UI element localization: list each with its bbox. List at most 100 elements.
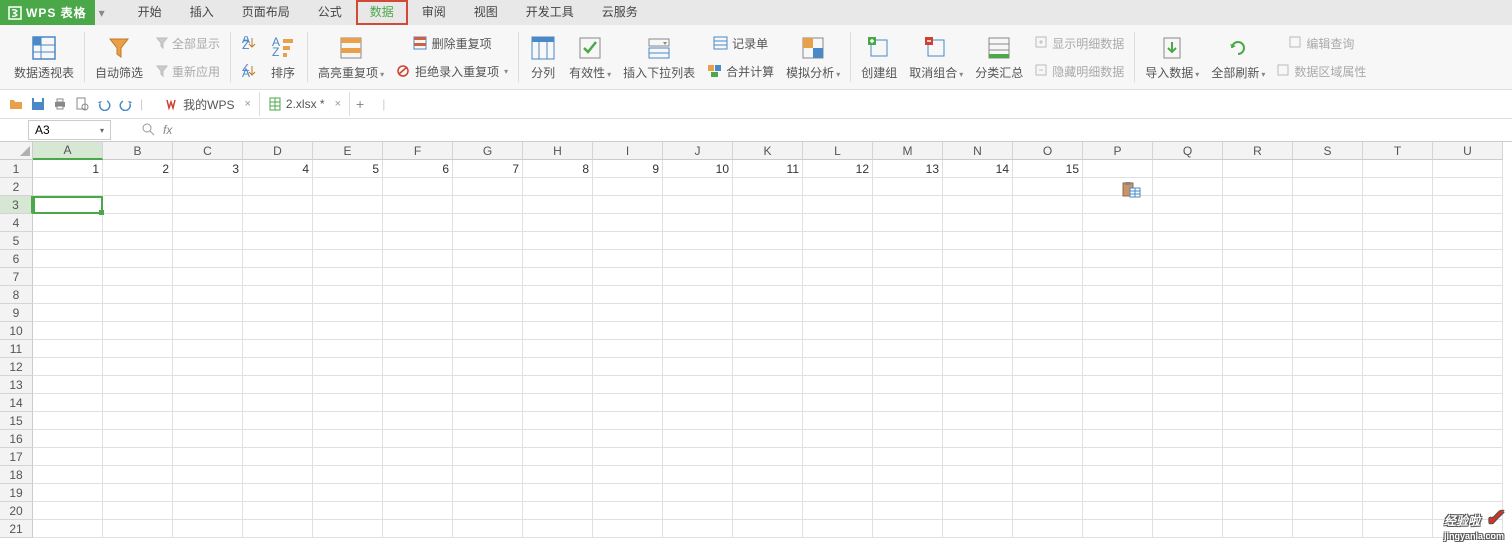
cell[interactable] — [313, 250, 383, 268]
cell[interactable] — [1083, 178, 1153, 196]
cell[interactable] — [1363, 358, 1433, 376]
subtotal-button[interactable]: 分类汇总 — [969, 27, 1029, 87]
cell[interactable] — [103, 394, 173, 412]
cell[interactable] — [663, 268, 733, 286]
cell[interactable] — [943, 412, 1013, 430]
cell[interactable] — [173, 286, 243, 304]
cell[interactable] — [873, 322, 943, 340]
reject-dup-button[interactable]: 拒绝录入重复项▾ — [396, 57, 508, 85]
row-header[interactable]: 9 — [0, 304, 33, 322]
cell[interactable] — [943, 178, 1013, 196]
cell[interactable] — [103, 520, 173, 538]
cell[interactable] — [33, 196, 103, 214]
cell[interactable] — [1153, 484, 1223, 502]
cell[interactable] — [803, 466, 873, 484]
cell[interactable] — [1223, 376, 1293, 394]
col-header[interactable]: H — [523, 142, 593, 160]
row-header[interactable]: 11 — [0, 340, 33, 358]
highlight-dup-button[interactable]: 高亮重复项▾ — [312, 27, 390, 87]
cell[interactable] — [313, 214, 383, 232]
cell[interactable] — [173, 394, 243, 412]
cell[interactable] — [1083, 196, 1153, 214]
cell[interactable] — [1153, 430, 1223, 448]
cell[interactable] — [733, 448, 803, 466]
cell[interactable] — [1083, 286, 1153, 304]
undo-icon[interactable] — [96, 96, 112, 112]
cell[interactable] — [593, 304, 663, 322]
form-button[interactable]: 记录单 — [713, 29, 768, 57]
validity-button[interactable]: 有效性▾ — [563, 27, 617, 87]
row-header[interactable]: 12 — [0, 358, 33, 376]
cell[interactable] — [943, 430, 1013, 448]
cell[interactable] — [1223, 340, 1293, 358]
cell[interactable] — [1363, 412, 1433, 430]
col-header[interactable]: U — [1433, 142, 1503, 160]
cell[interactable] — [453, 358, 523, 376]
search-icon[interactable] — [141, 122, 155, 139]
tab-data[interactable]: 数据 — [356, 0, 408, 25]
cell[interactable] — [1433, 412, 1503, 430]
cell[interactable] — [173, 430, 243, 448]
cell[interactable]: 5 — [313, 160, 383, 178]
cell[interactable] — [1153, 448, 1223, 466]
cell[interactable] — [313, 304, 383, 322]
cell[interactable] — [1083, 412, 1153, 430]
cell[interactable] — [803, 250, 873, 268]
row-header[interactable]: 17 — [0, 448, 33, 466]
print-icon[interactable] — [52, 96, 68, 112]
whatif-button[interactable]: 模拟分析▾ — [780, 27, 846, 87]
cell[interactable] — [1433, 430, 1503, 448]
cell[interactable] — [383, 484, 453, 502]
cell[interactable] — [1363, 430, 1433, 448]
cell[interactable] — [383, 412, 453, 430]
cell[interactable] — [1153, 376, 1223, 394]
cell[interactable] — [243, 322, 313, 340]
cell[interactable] — [173, 412, 243, 430]
cell[interactable] — [593, 268, 663, 286]
chevron-down-icon[interactable]: ▾ — [100, 126, 104, 135]
cell[interactable] — [873, 196, 943, 214]
cell[interactable] — [1433, 322, 1503, 340]
cell[interactable] — [33, 484, 103, 502]
cell[interactable] — [873, 250, 943, 268]
cell[interactable] — [803, 412, 873, 430]
cell[interactable] — [1013, 520, 1083, 538]
col-header[interactable]: T — [1363, 142, 1433, 160]
redo-icon[interactable] — [118, 96, 134, 112]
row-header[interactable]: 4 — [0, 214, 33, 232]
cell[interactable] — [803, 484, 873, 502]
tab-dev[interactable]: 开发工具 — [512, 0, 588, 25]
cell[interactable] — [1013, 268, 1083, 286]
cell[interactable] — [1433, 448, 1503, 466]
cell[interactable] — [1293, 214, 1363, 232]
row-header[interactable]: 15 — [0, 412, 33, 430]
cell[interactable] — [1013, 484, 1083, 502]
cell[interactable] — [1153, 358, 1223, 376]
cell[interactable] — [1223, 160, 1293, 178]
cell[interactable] — [593, 448, 663, 466]
col-header[interactable]: Q — [1153, 142, 1223, 160]
cell[interactable] — [1013, 304, 1083, 322]
cell[interactable]: 14 — [943, 160, 1013, 178]
cell[interactable] — [243, 502, 313, 520]
cell[interactable] — [383, 358, 453, 376]
cell[interactable] — [313, 484, 383, 502]
cell[interactable] — [1293, 484, 1363, 502]
cell[interactable] — [803, 214, 873, 232]
cell[interactable] — [173, 268, 243, 286]
cell[interactable] — [1293, 268, 1363, 286]
cell[interactable] — [733, 340, 803, 358]
cell[interactable] — [1433, 160, 1503, 178]
cell[interactable] — [943, 268, 1013, 286]
row-header[interactable]: 16 — [0, 430, 33, 448]
cell[interactable] — [593, 196, 663, 214]
cell[interactable] — [803, 196, 873, 214]
cell[interactable] — [453, 520, 523, 538]
cell[interactable] — [1293, 304, 1363, 322]
cell[interactable] — [873, 520, 943, 538]
cell[interactable] — [1293, 196, 1363, 214]
cell[interactable] — [103, 484, 173, 502]
cell[interactable] — [733, 268, 803, 286]
cell[interactable] — [523, 358, 593, 376]
cell[interactable] — [733, 376, 803, 394]
